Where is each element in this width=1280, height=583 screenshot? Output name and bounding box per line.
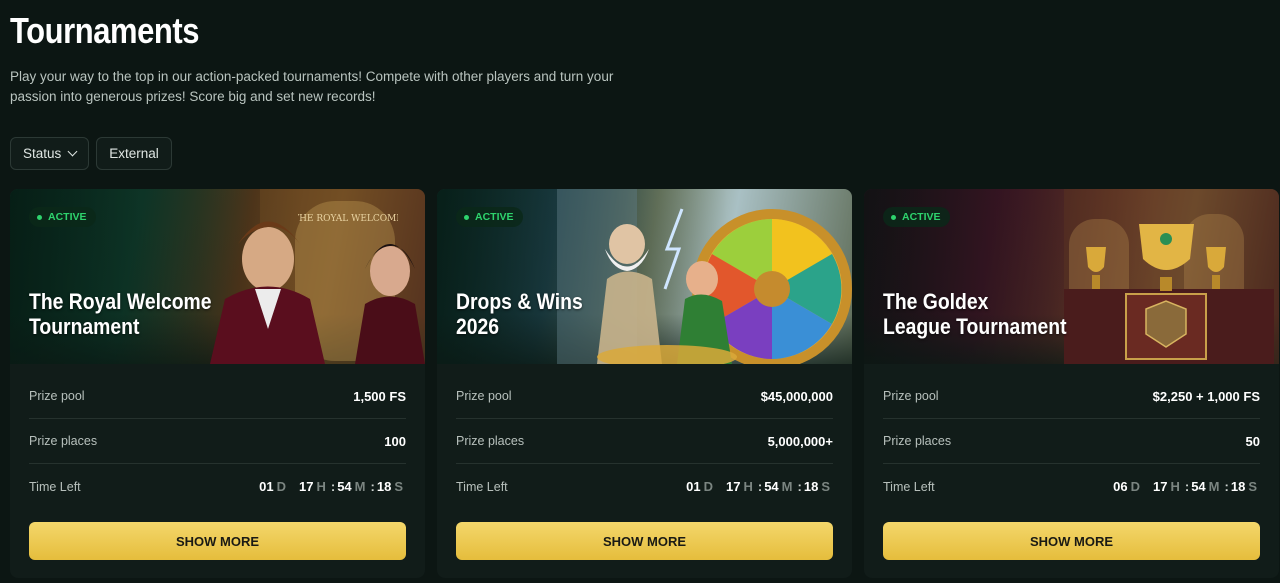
countdown-timer: 01 D 17 H: 54 M: 18 S xyxy=(686,479,830,494)
royal-welcome-sign: THE ROYAL WELCOME xyxy=(298,214,398,224)
show-more-button[interactable]: SHOW MORE xyxy=(29,522,406,560)
active-dot-icon xyxy=(891,214,896,220)
tournament-banner-image: ACTIVE The Goldex League Tournament xyxy=(864,189,1279,364)
status-badge: ACTIVE xyxy=(883,207,950,227)
external-filter-label: External xyxy=(109,146,159,161)
status-filter-dropdown[interactable]: Status xyxy=(10,137,90,170)
tournament-title: The Royal Welcome Tournament xyxy=(29,289,212,339)
countdown-timer: 01 D 17 H: 54 M: 18 S xyxy=(259,479,403,494)
tournament-list: THE ROYAL WELCOME ACTIVE The Royal Welco… xyxy=(10,189,1279,578)
status-badge: ACTIVE xyxy=(456,207,523,227)
status-badge: ACTIVE xyxy=(29,207,96,227)
external-filter-button[interactable]: External xyxy=(96,137,172,170)
prize-pool-value: $45,000,000 xyxy=(760,388,833,404)
prize-pool-row: Prize pool $2,250 + 1,000 FS xyxy=(883,374,1260,419)
filter-bar: Status External xyxy=(10,137,172,170)
tournament-title: Drops & Wins 2026 xyxy=(456,289,583,339)
page-description: Play your way to the top in our action-p… xyxy=(10,69,614,104)
prize-places-value: 5,000,000+ xyxy=(767,433,833,449)
prize-places-row: Prize places 100 xyxy=(29,419,406,464)
prize-pool-row: Prize pool $45,000,000 xyxy=(456,374,833,419)
show-more-button[interactable]: SHOW MORE xyxy=(456,522,833,560)
tournament-card: THE ROYAL WELCOME ACTIVE The Royal Welco… xyxy=(10,189,425,578)
prize-places-row: Prize places 5,000,000+ xyxy=(456,419,833,464)
active-dot-icon xyxy=(37,214,42,220)
prize-places-value: 50 xyxy=(1245,433,1260,449)
prize-pool-value: 1,500 FS xyxy=(353,388,406,404)
prize-places-row: Prize places 50 xyxy=(883,419,1260,464)
page-title: Tournaments xyxy=(10,10,200,51)
prize-pool-value: $2,250 + 1,000 FS xyxy=(1152,388,1260,404)
time-left-row: Time Left 06 D 17 H: 54 M: 18 S xyxy=(883,464,1260,509)
tournament-title: The Goldex League Tournament xyxy=(883,289,1067,339)
active-dot-icon xyxy=(464,214,469,220)
chevron-down-icon xyxy=(67,146,78,157)
countdown-timer: 06 D 17 H: 54 M: 18 S xyxy=(1113,479,1257,494)
royal-welcome-sign-text: THE ROYAL WELCOME xyxy=(298,214,398,224)
show-more-button[interactable]: SHOW MORE xyxy=(883,522,1260,560)
tournament-banner-image: ACTIVE Drops & Wins 2026 xyxy=(437,189,852,364)
prize-pool-row: Prize pool 1,500 FS xyxy=(29,374,406,419)
tournament-card: ACTIVE Drops & Wins 2026 Prize pool $45,… xyxy=(437,189,852,578)
prize-places-value: 100 xyxy=(384,433,406,449)
time-left-row: Time Left 01 D 17 H: 54 M: 18 S xyxy=(456,464,833,509)
time-left-row: Time Left 01 D 17 H: 54 M: 18 S xyxy=(29,464,406,509)
tournament-card: ACTIVE The Goldex League Tournament Priz… xyxy=(864,189,1279,578)
tournament-banner-image: THE ROYAL WELCOME ACTIVE The Royal Welco… xyxy=(10,189,425,364)
status-filter-label: Status xyxy=(23,146,62,161)
